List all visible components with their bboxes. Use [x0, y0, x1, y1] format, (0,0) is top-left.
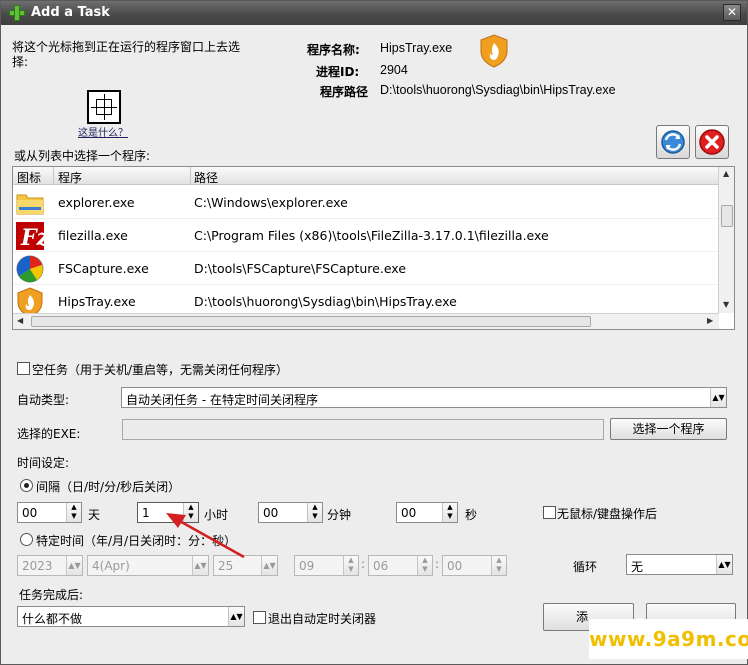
title-bar[interactable]: Add a Task ✕: [1, 1, 747, 25]
minutes-value: 00: [263, 506, 279, 520]
hours-value: 1: [142, 506, 150, 520]
minute-value: 06: [373, 559, 389, 573]
program-path: D:\tools\huorong\Sysdiag\bin\HipsTray.ex…: [194, 294, 457, 309]
refresh-icon: [661, 130, 685, 154]
loop-label: 循环: [573, 560, 598, 574]
program-path-value: D:\tools\huorong\Sysdiag\bin\HipsTray.ex…: [380, 83, 616, 97]
second-value: 00: [447, 559, 463, 573]
folder-icon: [15, 188, 45, 218]
list-horizontal-scrollbar[interactable]: ◀ ▶: [13, 313, 719, 329]
close-circle-icon: [699, 129, 725, 155]
list-header: 图标 程序 路径: [13, 167, 719, 185]
selected-exe-field[interactable]: [122, 419, 604, 440]
crosshair-drag-target[interactable]: [87, 90, 121, 124]
hour-value: 09: [299, 559, 315, 573]
idle-checkbox[interactable]: [543, 506, 556, 519]
exit-label: 退出自动定时关闭器: [268, 612, 377, 626]
list-item[interactable]: explorer.exe C:\Windows\explorer.exe: [13, 186, 719, 219]
auto-type-select[interactable]: 自动关闭任务 - 在特定时间关闭程序 ▲▼: [121, 387, 727, 408]
chevron-down-icon: ▲▼: [261, 556, 277, 575]
interval-radio[interactable]: [20, 479, 33, 492]
program-path-label: 程序路径: [320, 85, 369, 99]
second-spinner[interactable]: 00 ▲ ▼: [442, 555, 507, 576]
exit-checkbox[interactable]: [253, 611, 266, 624]
time-settings-label: 时间设定:: [17, 456, 70, 470]
empty-task-label: 空任务（用于关机/重启等，无需关闭任何程序）: [32, 363, 289, 377]
after-task-label: 任务完成后:: [19, 588, 84, 602]
cancel-button[interactable]: [695, 125, 729, 159]
program-name: explorer.exe: [58, 195, 135, 210]
chevron-down-icon: ▲▼: [710, 388, 726, 407]
fscapture-icon: [15, 254, 45, 284]
program-name-value: HipsTray.exe: [380, 41, 453, 55]
program-name: FSCapture.exe: [58, 261, 149, 276]
list-item[interactable]: Fz filezilla.exe C:\Program Files (x86)\…: [13, 219, 719, 252]
program-name-label: 程序名称:: [307, 43, 360, 57]
month-value: 4(Apr): [92, 559, 130, 573]
program-name: HipsTray.exe: [58, 294, 136, 309]
auto-type-label: 自动类型:: [17, 393, 70, 407]
after-task-value: 什么都不做: [22, 612, 83, 626]
plus-icon: [9, 5, 25, 21]
seconds-value: 00: [401, 506, 417, 520]
days-unit: 天: [88, 508, 101, 522]
seconds-unit: 秒: [465, 508, 478, 522]
what-is-this-link[interactable]: 这是什么？: [78, 124, 128, 139]
huorong-shield-icon: [479, 34, 509, 68]
watermark: www.9a9m.com: [589, 619, 748, 659]
window-title: Add a Task: [31, 5, 110, 20]
header-path[interactable]: 路径: [194, 169, 218, 186]
specific-time-radio[interactable]: [20, 533, 33, 546]
empty-task-checkbox[interactable]: [17, 362, 30, 375]
spin-arrows-icon: ▲ ▼: [66, 503, 81, 522]
program-list[interactable]: 图标 程序 路径 explorer.exe C:\Windows\explore…: [12, 166, 735, 330]
after-task-select[interactable]: 什么都不做 ▲▼: [17, 606, 245, 627]
refresh-button[interactable]: [656, 125, 690, 159]
spin-arrows-icon: ▲ ▼: [343, 556, 358, 575]
interval-label: 间隔（日/时/分/秒后关闭）: [36, 480, 181, 494]
list-vertical-scrollbar[interactable]: ▲ ▼: [718, 167, 734, 313]
spin-arrows-icon: ▲ ▼: [491, 556, 506, 575]
seconds-spinner[interactable]: 00 ▲ ▼: [396, 502, 458, 523]
add-task-dialog: Add a Task ✕ 将这个光标拖到正在运行的程序窗口上去选择: 这是什么？…: [0, 0, 748, 665]
loop-select[interactable]: 无 ▲▼: [626, 554, 733, 575]
header-program[interactable]: 程序: [58, 169, 82, 186]
list-item[interactable]: FSCapture.exe D:\tools\FSCapture\FSCaptu…: [13, 252, 719, 285]
pid-label: 进程ID:: [316, 65, 360, 79]
auto-type-value: 自动关闭任务 - 在特定时间关闭程序: [126, 393, 318, 407]
close-icon[interactable]: ✕: [723, 4, 741, 21]
chevron-down-icon: ▲▼: [228, 607, 244, 626]
program-path: D:\tools\FSCapture\FSCapture.exe: [194, 261, 407, 276]
program-path: C:\Program Files (x86)\tools\FileZilla-3…: [194, 228, 549, 243]
spin-arrows-icon: ▲ ▼: [307, 503, 322, 522]
loop-value: 无: [631, 560, 644, 574]
pid-value: 2904: [380, 63, 408, 77]
annotation-arrow-icon: [166, 513, 245, 559]
program-path: C:\Windows\explorer.exe: [194, 195, 348, 210]
drag-instruction: 将这个光标拖到正在运行的程序窗口上去选择:: [12, 40, 241, 69]
days-value: 00: [22, 506, 38, 520]
svg-text:Fz: Fz: [20, 225, 45, 251]
minute-spinner[interactable]: 06 ▲ ▼: [368, 555, 433, 576]
spin-arrows-icon: ▲ ▼: [417, 556, 432, 575]
spin-arrows-icon: ▲ ▼: [442, 503, 457, 522]
program-name: filezilla.exe: [58, 228, 128, 243]
header-icon[interactable]: 图标: [17, 169, 41, 186]
year-value: 2023: [22, 559, 53, 573]
chevron-down-icon: ▲▼: [716, 555, 732, 574]
choose-program-button[interactable]: 选择一个程序: [610, 418, 727, 440]
hour-spinner[interactable]: 09 ▲ ▼: [294, 555, 359, 576]
filezilla-icon: Fz: [15, 221, 50, 251]
selected-exe-label: 选择的EXE:: [17, 427, 81, 441]
minutes-spinner[interactable]: 00 ▲ ▼: [258, 502, 323, 523]
year-select[interactable]: 2023 ▲▼: [17, 555, 83, 576]
idle-label: 无鼠标/键盘操作后: [557, 507, 658, 521]
list-caption: 或从列表中选择一个程序:: [14, 149, 151, 163]
chevron-down-icon: ▲▼: [66, 556, 82, 575]
minutes-unit: 分钟: [327, 508, 352, 522]
days-spinner[interactable]: 00 ▲ ▼: [17, 502, 82, 523]
